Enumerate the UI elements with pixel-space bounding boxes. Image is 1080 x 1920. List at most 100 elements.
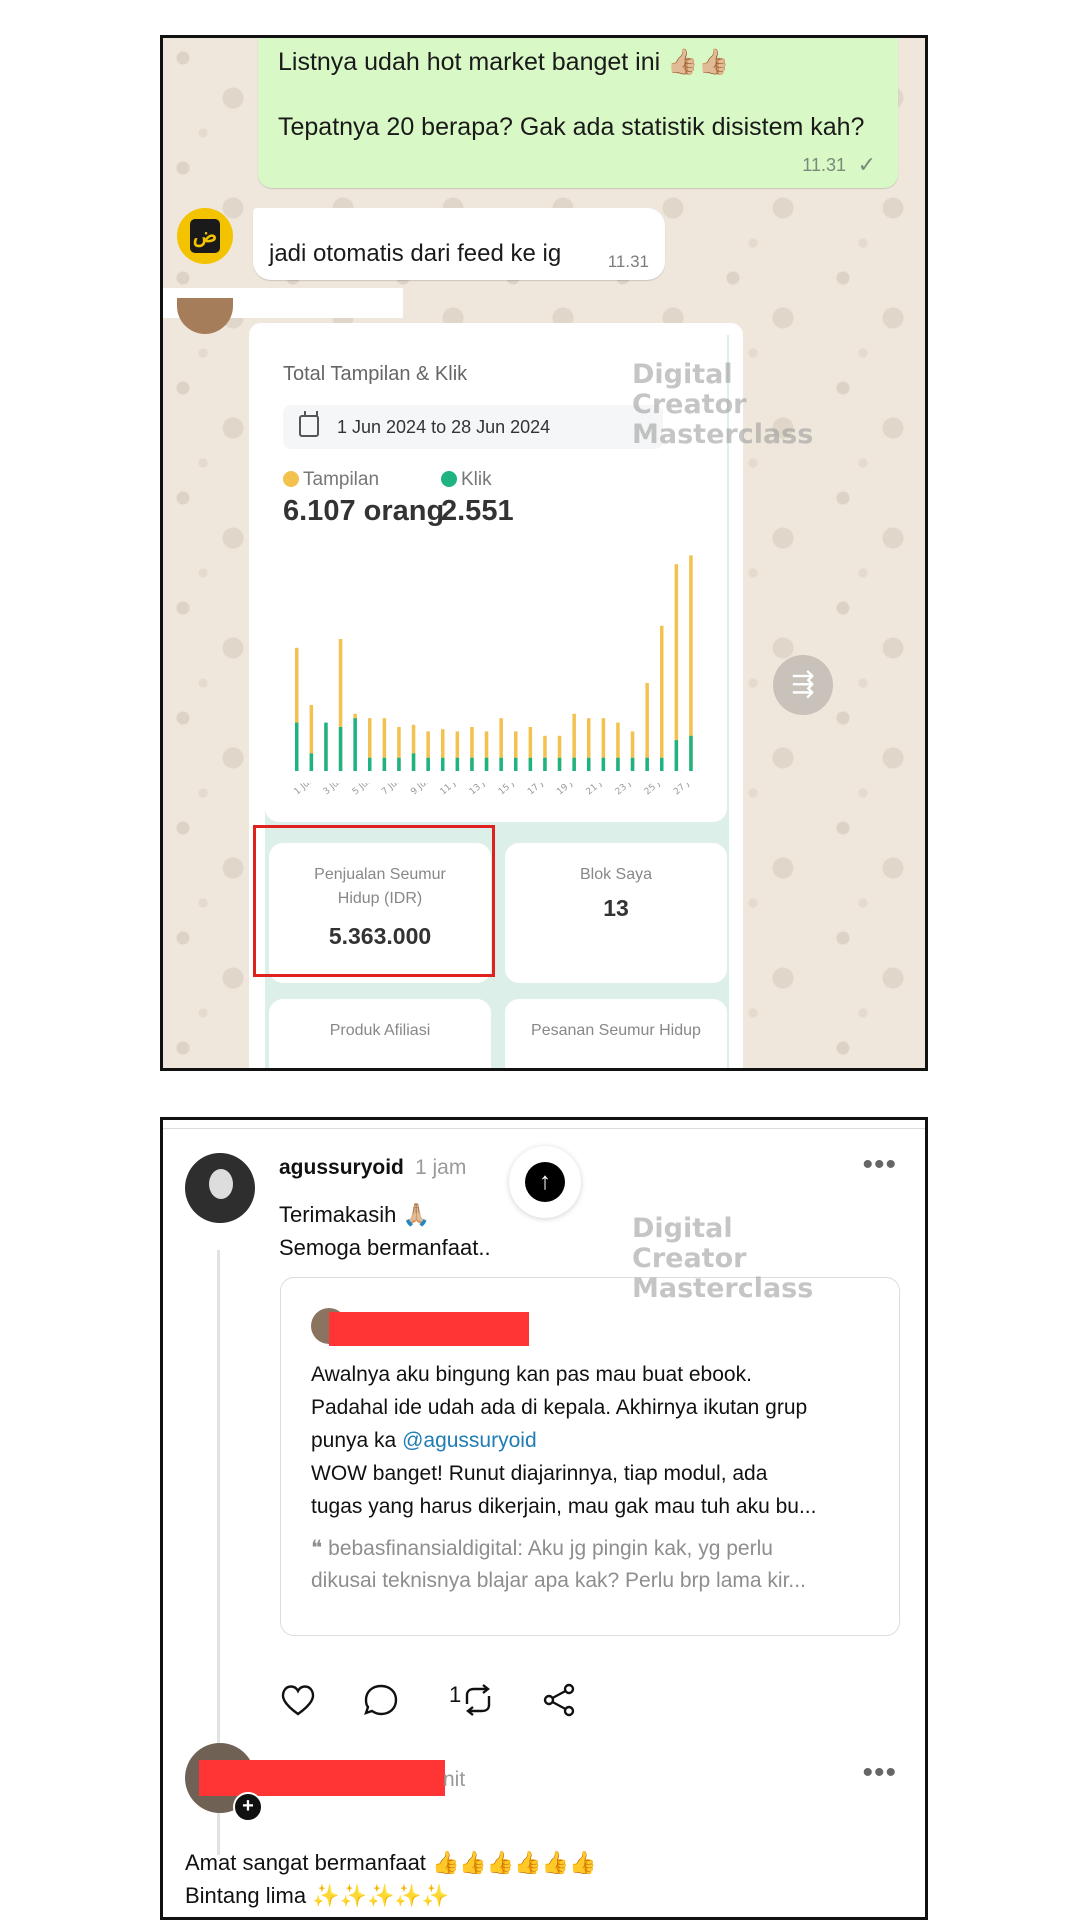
- reply-time: nit: [443, 1768, 466, 1791]
- views-dot-icon: [283, 471, 299, 487]
- clicks-total: 2.551: [441, 495, 514, 527]
- incoming-message-text: jadi otomatis dari feed ke ig: [269, 240, 562, 267]
- author-avatar[interactable]: [185, 1153, 255, 1223]
- watermark-line-3: Masterclass: [632, 1273, 814, 1304]
- heart-icon[interactable]: [278, 1680, 318, 1720]
- x-tick-label: 23 Jun: [614, 783, 642, 797]
- highlight-box: [253, 825, 495, 977]
- reply-more-options-icon[interactable]: •••: [862, 1756, 897, 1790]
- legend-views: Tampilan: [283, 469, 379, 491]
- share-icon[interactable]: [539, 1680, 579, 1720]
- sender-avatar-2[interactable]: [177, 298, 233, 334]
- post-time: 1 jam: [415, 1156, 467, 1179]
- my-block-label: Blok Saya: [579, 866, 653, 883]
- calendar-icon: [299, 411, 319, 437]
- bar-clicks-12: [455, 757, 460, 771]
- bar-clicks-26: [660, 757, 664, 771]
- follow-plus-icon[interactable]: +: [233, 1792, 263, 1822]
- forward-icon[interactable]: ⇶: [773, 655, 833, 715]
- bar-clicks-22: [601, 757, 606, 771]
- quoted-text-line-4: WOW banget! Runut diajarinnya, tiap modu…: [311, 1462, 768, 1485]
- avatar-face: [209, 1169, 233, 1199]
- outgoing-message-time: 11.31: [802, 155, 846, 175]
- bar-views-25: [645, 683, 649, 771]
- x-tick-label: 9 Jun: [409, 783, 433, 797]
- x-tick-label: 17 Jun: [526, 783, 554, 797]
- bar-clicks-18: [543, 757, 547, 771]
- reply-text-line-1: Amat sangat bermanfaat 👍👍👍👍👍👍: [185, 1850, 597, 1875]
- bar-clicks-10: [426, 757, 430, 771]
- affiliate-products-card: Produk Afiliasi: [269, 999, 491, 1068]
- date-range-picker[interactable]: 1 Jun 2024 to 28 Jun 2024: [283, 405, 663, 449]
- bar-clicks-24: [630, 757, 635, 771]
- bar-clicks-20: [572, 757, 576, 771]
- bar-clicks-21: [587, 757, 591, 771]
- repost-icon[interactable]: [458, 1680, 498, 1720]
- legend-views-label: Tampilan: [303, 469, 380, 490]
- top-divider: [163, 1128, 925, 1129]
- watermark-line-1: Digital: [632, 1213, 733, 1244]
- legend-clicks-label: Klik: [461, 469, 492, 490]
- redacted-username: [329, 1312, 529, 1346]
- quoted-text-line-3: punya ka @agussuryoid: [311, 1429, 537, 1453]
- bar-clicks-3: [324, 722, 328, 771]
- watermark-line-3: Masterclass: [632, 419, 814, 450]
- bar-clicks-1: [295, 722, 299, 771]
- watermark-top: Digital Creator Masterclass: [632, 360, 813, 450]
- x-tick-label: 19 Jun: [555, 783, 583, 797]
- bar-clicks-8: [397, 757, 401, 771]
- bar-clicks-27: [674, 740, 679, 771]
- bar-clicks-5: [353, 718, 357, 771]
- post-username[interactable]: agussuryoid: [279, 1156, 404, 1180]
- watermark-line-2: Creator: [632, 389, 747, 420]
- bar-clicks-16: [514, 757, 518, 771]
- bar-clicks-23: [616, 757, 620, 771]
- bar-clicks-28: [689, 735, 693, 771]
- x-tick-label: 15 Jun: [497, 783, 525, 797]
- quoted-text-line-1: Awalnya aku bingung kan pas mau buat ebo…: [311, 1363, 752, 1386]
- outgoing-message-line-1: Listnya udah hot market banget ini 👍🏼👍🏼: [278, 48, 730, 76]
- quoted-post-card[interactable]: Awalnya aku bingung kan pas mau buat ebo…: [280, 1277, 900, 1636]
- sender-avatar-logo: ض: [190, 219, 220, 253]
- chart-title: Total Tampilan & Klik: [283, 363, 468, 385]
- sender-avatar[interactable]: ض: [177, 208, 233, 264]
- scroll-to-top-button[interactable]: ↑: [509, 1146, 581, 1218]
- x-tick-label: 13 Jun: [468, 783, 496, 797]
- quoted-text-line-2: Padahal ide udah ada di kepala. Akhirnya…: [311, 1396, 808, 1419]
- bar-clicks-6: [368, 757, 372, 771]
- watermark-bottom: Digital Creator Masterclass: [632, 1214, 813, 1304]
- incoming-message-time: 11.31: [607, 252, 649, 271]
- x-tick-label: 1 Jun: [293, 783, 317, 797]
- x-tick-label: 21 Jun: [585, 783, 613, 797]
- bar-clicks-4: [338, 727, 343, 771]
- mention-link[interactable]: @agussuryoid: [402, 1429, 537, 1452]
- bar-clicks-2: [309, 753, 314, 771]
- post-text-line-1: Terimakasih 🙏🏼: [279, 1202, 430, 1227]
- arrow-up-icon: ↑: [525, 1162, 565, 1202]
- affiliate-products-label: Produk Afiliasi: [329, 1022, 431, 1039]
- quoted-text-line-3-prefix: punya ka: [311, 1429, 403, 1452]
- bar-clicks-14: [484, 757, 489, 771]
- x-tick-label: 3 Jun: [322, 783, 346, 797]
- watermark-line-1: Digital: [632, 359, 733, 390]
- bar-clicks-17: [528, 757, 533, 771]
- redacted-reply-username: [199, 1760, 445, 1796]
- x-axis-ticks: 1 Jun 3 Jun 5 Jun 7 Jun 9 Jun 11 Jun 13 Jun 15 …: [293, 783, 701, 797]
- bar-clicks-13: [470, 757, 474, 771]
- bar-clicks-15: [499, 757, 503, 771]
- image-message-time: 11.32: [679, 1040, 723, 1060]
- x-tick-label: 27 Jun: [672, 783, 700, 797]
- outgoing-message-line-2: Tepatnya 20 berapa? Gak ada statistik di…: [278, 113, 865, 141]
- comment-icon[interactable]: [361, 1680, 401, 1720]
- more-options-icon[interactable]: •••: [862, 1148, 897, 1182]
- x-tick-label: 25 Jun: [643, 783, 671, 797]
- bar-clicks-19: [557, 757, 562, 771]
- bar-chart: [295, 555, 693, 771]
- bar-clicks-25: [645, 757, 649, 771]
- bar-clicks-11: [441, 757, 445, 771]
- quoted-text-line-5: tugas yang harus dikerjain, mau gak mau …: [311, 1495, 817, 1518]
- bar-clicks-7: [382, 757, 387, 771]
- clicks-dot-icon: [441, 471, 457, 487]
- post-text-line-2: Semoga bermanfaat..: [279, 1235, 491, 1260]
- outgoing-message-bubble: Listnya udah hot market banget ini 👍🏼👍🏼 …: [258, 38, 898, 188]
